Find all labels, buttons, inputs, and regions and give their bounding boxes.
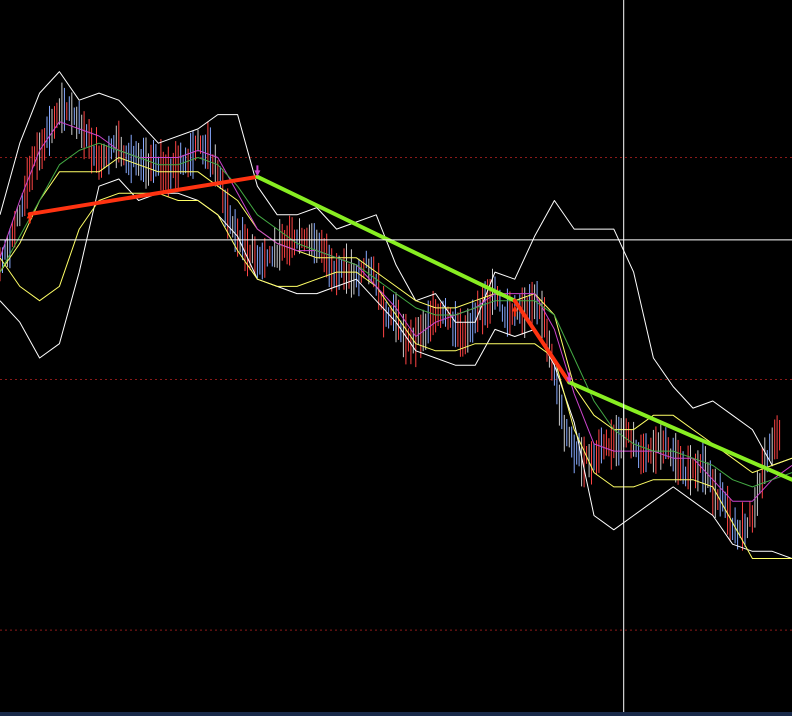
price-chart[interactable] bbox=[0, 0, 792, 716]
chart-background bbox=[0, 0, 792, 716]
bottom-axis-strip bbox=[0, 712, 792, 716]
